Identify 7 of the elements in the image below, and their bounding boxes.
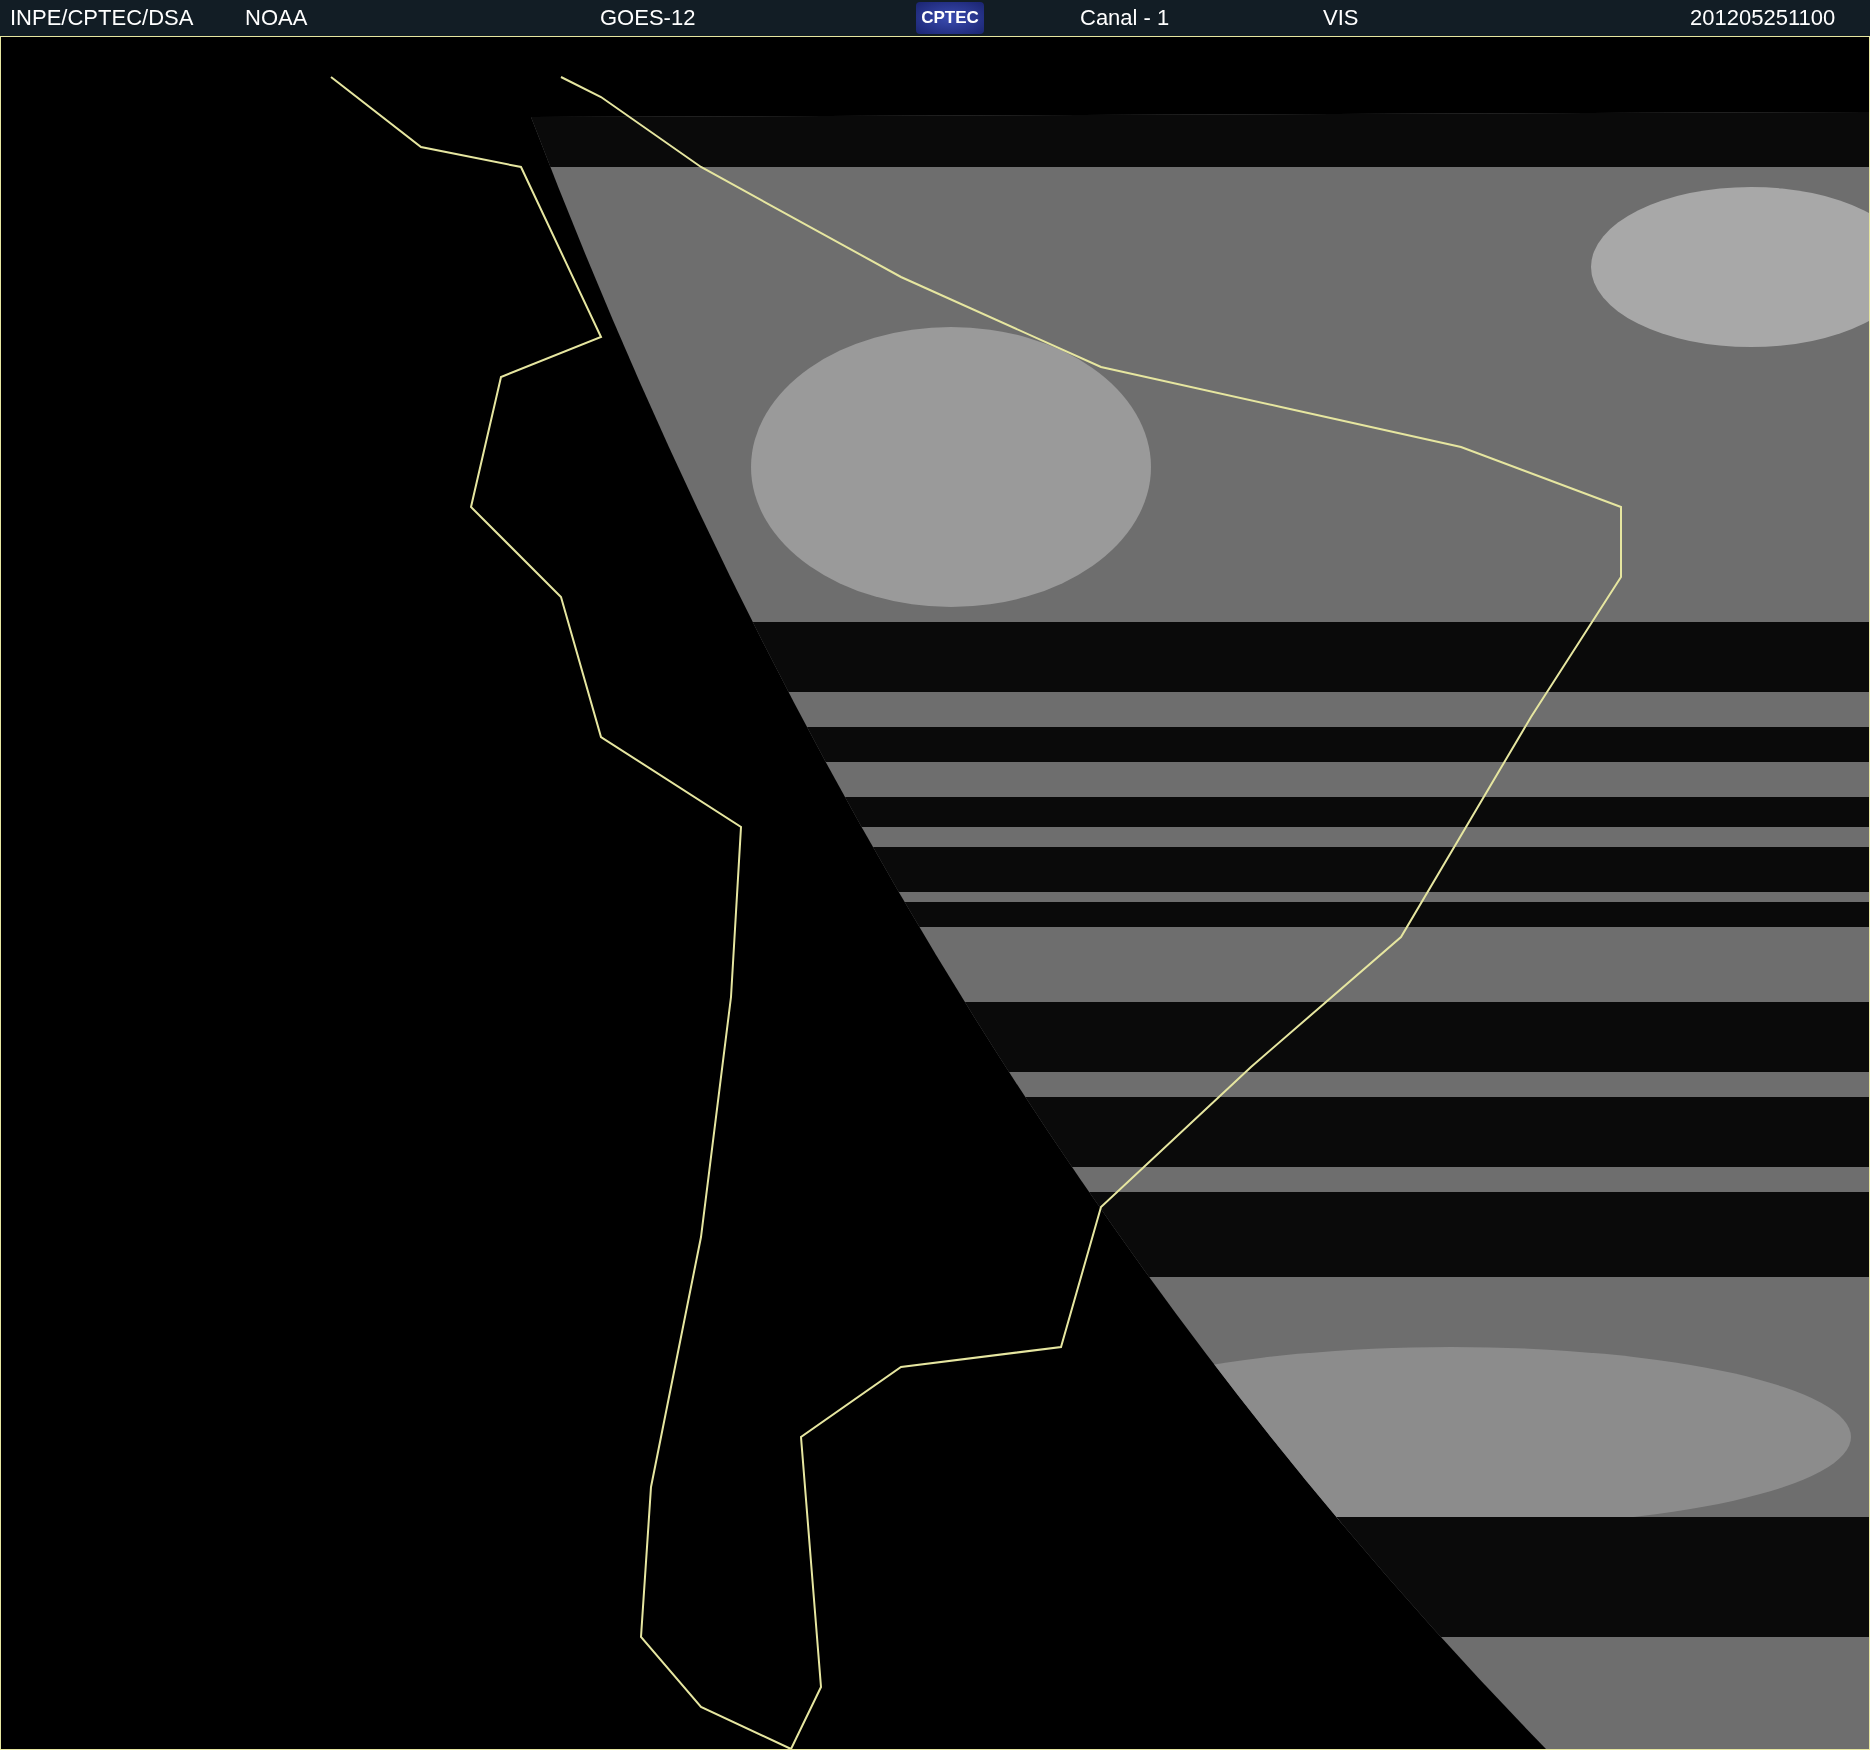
- header-label: NOAA: [245, 5, 308, 31]
- header-label: GOES-12: [600, 5, 696, 31]
- header-label: INPE/CPTEC/DSA: [10, 5, 194, 31]
- header-label: 201205251100: [1690, 5, 1836, 31]
- logo: CPTEC: [916, 2, 984, 34]
- header-label: Canal - 1: [1080, 5, 1170, 31]
- header-label: VIS: [1323, 5, 1359, 31]
